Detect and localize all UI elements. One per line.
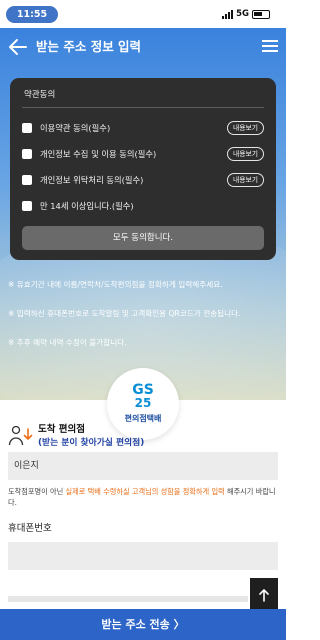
name-help-text: 도착점포명이 아닌 실제로 택배 수령하실 고객님의 성함을 정확하게 입력 해… <box>8 486 278 508</box>
signal-icon <box>222 9 234 19</box>
recipient-name-input[interactable] <box>8 452 278 480</box>
term-row-privacy-collect: 개인정보 수집 및 이용 동의(필수) 내용보기 <box>22 145 264 163</box>
notice-text: ※ 입력하신 휴대폰번호로 도착알림 및 고객확인용 QR코드가 전송됩니다. <box>8 309 241 318</box>
back-arrow-icon[interactable] <box>6 35 30 59</box>
terms-title: 약관동의 <box>24 90 56 100</box>
store-section-subtitle: (받는 분이 찾아가실 편의점) <box>38 438 145 448</box>
app-header: 받는 주소 정보 입력 <box>0 28 286 66</box>
arrow-up-icon <box>259 589 269 602</box>
phone-number-input[interactable] <box>8 542 278 570</box>
battery-icon <box>252 9 270 19</box>
terms-panel: 약관동의 이용약관 동의(필수) 내용보기 개인정보 수집 및 이용 동의(필수… <box>10 78 276 260</box>
notice-text: ※ 추후 예약 내역 수정이 불가합니다. <box>8 338 127 347</box>
logo-text: 편의점택배 <box>124 414 162 423</box>
terms-divider <box>22 107 264 108</box>
status-indicators: 5G <box>222 7 270 21</box>
hamburger-menu-icon[interactable] <box>262 38 278 54</box>
term-checkbox[interactable] <box>22 123 32 133</box>
agree-all-button[interactable]: 모두 동의합니다. <box>22 226 264 250</box>
store-section-title: 도착 편의점 <box>38 424 86 435</box>
gs25-logo: GS 25 편의점택배 <box>107 368 179 440</box>
term-checkbox[interactable] <box>22 149 32 159</box>
view-terms-button[interactable]: 내용보기 <box>226 121 264 135</box>
notice-text: ※ 유효기간 내에 이름/연락처/도착편의점을 정확하게 입력해주세요. <box>8 280 223 289</box>
term-row-privacy-consign: 개인정보 위탁처리 동의(필수) 내용보기 <box>22 171 264 189</box>
status-time: 11:55 <box>6 6 58 23</box>
view-terms-button[interactable]: 내용보기 <box>226 147 264 161</box>
phone-label: 휴대폰번호 <box>8 523 52 534</box>
scroll-top-button[interactable] <box>250 578 278 612</box>
term-row-age: 만 14세 이상입니다.(필수) <box>22 197 264 215</box>
term-checkbox[interactable] <box>22 201 32 211</box>
view-terms-button[interactable]: 내용보기 <box>226 173 264 187</box>
term-checkbox[interactable] <box>22 175 32 185</box>
term-label: 만 14세 이상입니다.(필수) <box>40 201 134 211</box>
term-label: 이용약관 동의(필수) <box>40 123 111 133</box>
help-text-emphasis: 실제로 택배 수령하실 고객님의 성함을 정확하게 입력 <box>65 487 225 496</box>
term-label: 개인정보 위탁처리 동의(필수) <box>40 175 144 185</box>
logo-text: 25 <box>134 396 152 410</box>
page-title: 받는 주소 정보 입력 <box>36 39 142 54</box>
submit-address-button[interactable]: 받는 주소 전송 〉 <box>0 609 286 640</box>
status-bar: 11:55 5G <box>0 0 286 28</box>
person-location-icon <box>8 425 34 447</box>
hidden-text-row <box>8 596 248 602</box>
term-label: 개인정보 수집 및 이용 동의(필수) <box>40 149 157 159</box>
term-row-service: 이용약관 동의(필수) 내용보기 <box>22 119 264 137</box>
network-label: 5G <box>236 9 249 19</box>
help-text-prefix: 도착점포명이 아닌 <box>8 487 66 496</box>
